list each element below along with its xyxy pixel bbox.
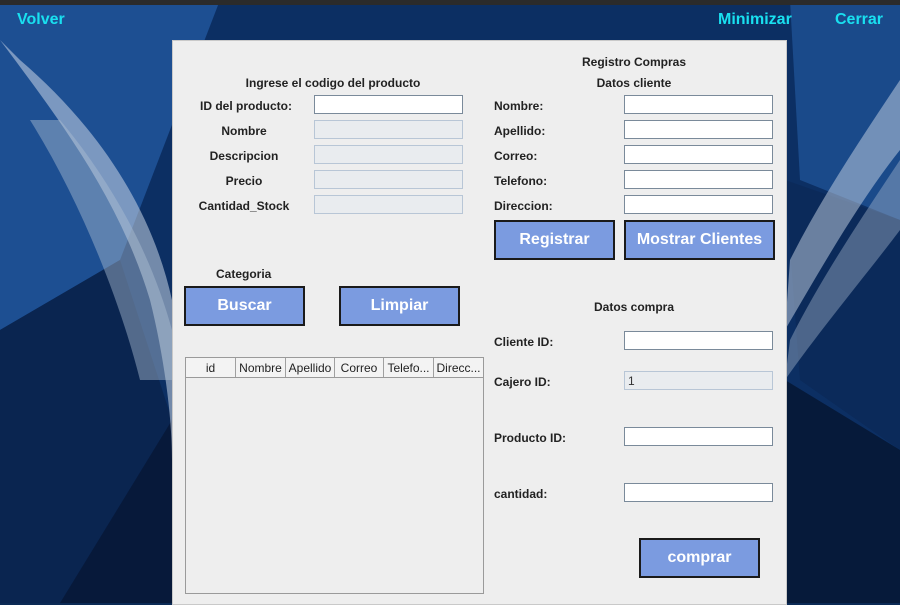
client-last-name-label: Apellido: (494, 124, 546, 138)
close-button[interactable]: Cerrar (835, 11, 883, 29)
product-price-label: Precio (225, 174, 263, 188)
client-id-input[interactable] (624, 331, 773, 350)
product-id-label: ID del producto: (200, 99, 292, 113)
window-top-strip (0, 0, 900, 5)
product-id-purchase-input[interactable] (624, 427, 773, 446)
panel-title: Registro Compras (581, 55, 687, 69)
client-first-name-input[interactable] (624, 95, 773, 114)
column-header-nombre[interactable]: Nombre (236, 358, 286, 377)
back-button[interactable]: Volver (17, 11, 65, 29)
table-header: id Nombre Apellido Correo Telefo... Dire… (186, 358, 483, 378)
search-button[interactable]: Buscar (184, 286, 305, 326)
purchase-registration-panel: Registro Compras Ingrese el codigo del p… (172, 40, 787, 605)
product-description-field (314, 145, 463, 164)
column-header-telefono[interactable]: Telefo... (384, 358, 434, 377)
category-label: Categoria (216, 267, 272, 281)
cashier-id-label: Cajero ID: (494, 375, 551, 389)
minimize-button[interactable]: Minimizar (718, 11, 792, 29)
clients-table[interactable]: id Nombre Apellido Correo Telefo... Dire… (185, 357, 484, 594)
purchase-section-heading: Datos compra (593, 300, 675, 314)
cashier-id-field (624, 371, 773, 390)
client-phone-label: Telefono: (494, 174, 548, 188)
product-name-label: Nombre (221, 124, 267, 138)
product-id-purchase-label: Producto ID: (494, 431, 566, 445)
client-last-name-input[interactable] (624, 120, 773, 139)
client-section-heading: Datos cliente (596, 76, 672, 90)
quantity-label: cantidad: (494, 487, 548, 501)
client-first-name-label: Nombre: (494, 99, 544, 113)
table-body (186, 378, 483, 593)
column-header-correo[interactable]: Correo (335, 358, 384, 377)
column-header-id[interactable]: id (186, 358, 236, 377)
quantity-input[interactable] (624, 483, 773, 502)
column-header-direccion[interactable]: Direcc... (434, 358, 483, 377)
product-id-input[interactable] (314, 95, 463, 114)
client-email-input[interactable] (624, 145, 773, 164)
clear-button[interactable]: Limpiar (339, 286, 460, 326)
buy-button[interactable]: comprar (639, 538, 760, 578)
product-price-field (314, 170, 463, 189)
product-name-field (314, 120, 463, 139)
register-button[interactable]: Registrar (494, 220, 615, 260)
show-clients-button[interactable]: Mostrar Clientes (624, 220, 775, 260)
product-description-label: Descripcion (209, 149, 279, 163)
client-id-label: Cliente ID: (494, 335, 554, 349)
client-phone-input[interactable] (624, 170, 773, 189)
product-section-heading: Ingrese el codigo del producto (245, 76, 421, 90)
client-address-input[interactable] (624, 195, 773, 214)
column-header-apellido[interactable]: Apellido (286, 358, 335, 377)
client-email-label: Correo: (494, 149, 538, 163)
client-address-label: Direccion: (494, 199, 553, 213)
product-stock-label: Cantidad_Stock (198, 199, 290, 213)
product-stock-field (314, 195, 463, 214)
